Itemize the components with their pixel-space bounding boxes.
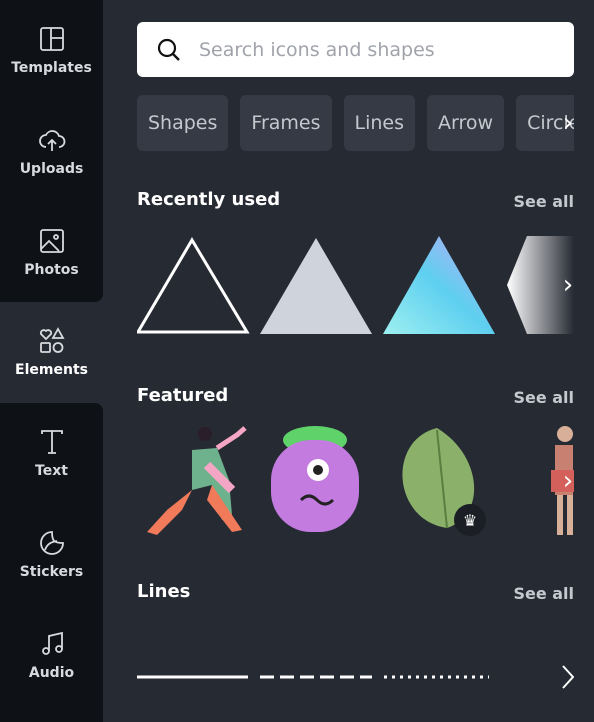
sidebar-item-audio[interactable]: Audio <box>0 605 103 705</box>
triangle-gray-shape[interactable] <box>260 238 372 334</box>
lines-title: Lines <box>137 581 191 602</box>
triangle-outline-shape[interactable] <box>137 237 250 334</box>
sidebar-item-photos[interactable]: Photos <box>0 202 103 302</box>
featured-row: ♛ <box>137 420 574 540</box>
sidebar-item-text[interactable]: Text <box>0 403 103 503</box>
chip-shapes[interactable]: Shapes <box>137 95 229 151</box>
text-icon <box>40 430 63 454</box>
chip-frames[interactable]: Frames <box>240 95 332 151</box>
dancing-woman-illustration[interactable] <box>147 426 247 535</box>
template-icon <box>39 27 64 51</box>
cloud-upload-icon <box>38 130 65 151</box>
sidebar-item-label: Audio <box>28 665 75 681</box>
lines-see-all[interactable]: See all <box>513 584 574 603</box>
chip-arrow[interactable]: Arrow <box>427 95 505 151</box>
chip-lines[interactable]: Lines <box>343 95 416 151</box>
sidebar-item-label: Photos <box>24 262 79 278</box>
search-icon <box>157 38 180 61</box>
sidebar-item-uploads[interactable]: Uploads <box>0 101 103 201</box>
triangle-gradient-shape[interactable] <box>383 236 495 334</box>
arrow-line[interactable] <box>507 665 574 689</box>
lines-row <box>137 660 574 696</box>
sidebar-item-templates[interactable]: Templates <box>0 0 103 100</box>
sticker-icon <box>39 531 64 555</box>
recently-used-row <box>137 230 574 340</box>
sidebar-item-label: Uploads <box>19 161 84 177</box>
recently-used-title: Recently used <box>137 189 281 210</box>
sidebar-item-label: Templates <box>11 60 92 76</box>
shapes-icon <box>39 327 65 353</box>
category-chips: Shapes Frames Lines Arrow Circle <box>137 95 574 151</box>
sidebar: Templates Uploads Photos Elements Text S… <box>0 0 103 722</box>
sidebar-item-label: Stickers <box>19 564 84 580</box>
sidebar-item-label: Elements <box>15 362 88 378</box>
featured-see-all[interactable]: See all <box>513 388 574 407</box>
sidebar-item-label: Text <box>35 463 68 479</box>
image-icon <box>39 229 64 253</box>
music-note-icon <box>41 631 63 655</box>
featured-title: Featured <box>137 385 229 406</box>
search-input[interactable] <box>199 38 559 61</box>
sidebar-item-elements[interactable]: Elements <box>0 302 103 402</box>
search-bar[interactable] <box>137 22 574 77</box>
recent-next-chevron-icon[interactable]: › <box>556 268 580 302</box>
premium-crown-icon: ♛ <box>463 511 477 530</box>
chips-next-chevron-icon[interactable]: › <box>556 108 580 138</box>
sidebar-item-stickers[interactable]: Stickers <box>0 504 103 604</box>
monstera-leaf-illustration[interactable]: ♛ <box>402 428 486 536</box>
purple-monster-illustration[interactable] <box>271 426 359 532</box>
recently-used-see-all[interactable]: See all <box>513 192 574 211</box>
featured-next-chevron-icon[interactable]: › <box>556 464 580 498</box>
